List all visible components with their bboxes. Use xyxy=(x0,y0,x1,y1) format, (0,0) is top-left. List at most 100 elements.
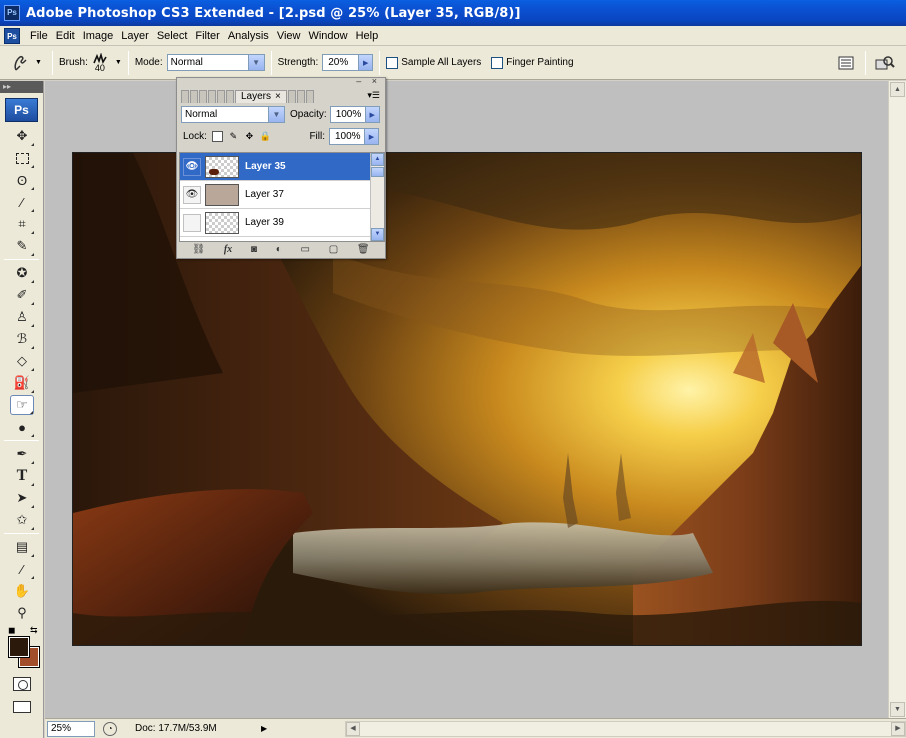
scroll-left-button[interactable]: ◀ xyxy=(346,722,360,736)
panel-menu-icon[interactable]: ▾☰ xyxy=(367,90,380,101)
menu-select[interactable]: Select xyxy=(153,30,192,42)
swap-colors-icon[interactable]: ⇆ xyxy=(30,625,38,636)
hand-tool[interactable]: ✋ xyxy=(10,581,34,601)
blend-mode-select[interactable]: Normal ▼ xyxy=(181,106,285,123)
tab-layers[interactable]: Layers × xyxy=(235,90,287,103)
horizontal-scrollbar[interactable]: ◀ ▶ xyxy=(345,721,906,737)
blend-opacity-row: Normal ▼ Opacity: 100% ▶ xyxy=(177,103,385,126)
strength-field[interactable]: 20% ▶ xyxy=(322,54,374,71)
tab-collapsed-2[interactable] xyxy=(190,90,198,103)
menu-image[interactable]: Image xyxy=(79,30,118,42)
quick-mask-button[interactable] xyxy=(13,677,31,691)
lock-transparency-icon[interactable] xyxy=(211,131,223,142)
eyedropper-tool[interactable]: ⁄ xyxy=(10,559,34,579)
layer-mask-icon[interactable]: ◙ xyxy=(251,244,257,255)
menu-view[interactable]: View xyxy=(273,30,305,42)
eye-icon[interactable]: 👁 xyxy=(183,185,201,204)
lasso-tool[interactable]: ʘ xyxy=(10,170,34,190)
menu-filter[interactable]: Filter xyxy=(191,30,223,42)
opacity-slider-toggle[interactable]: ▶ xyxy=(364,107,379,122)
scroll-thumb[interactable] xyxy=(371,167,384,177)
panel-window-controls[interactable]: – × xyxy=(356,76,381,86)
go-to-bridge-button[interactable] xyxy=(872,52,898,74)
tab-collapsed-6[interactable] xyxy=(226,90,234,103)
move-tool[interactable]: ✥ xyxy=(10,126,34,146)
brush-tool[interactable]: ✐ xyxy=(10,285,34,305)
note-icon: ▤ xyxy=(15,539,29,554)
scroll-right-button[interactable]: ▶ xyxy=(891,722,905,736)
smudge-tool[interactable]: ☞ xyxy=(10,395,34,415)
scroll-up-button[interactable]: ▲ xyxy=(890,82,905,97)
finger-painting-checkbox[interactable]: Finger Painting xyxy=(491,56,574,69)
panel-header[interactable]: – × xyxy=(177,76,385,87)
adjustment-layer-icon[interactable]: ◐ xyxy=(276,244,282,255)
lock-pixels-icon[interactable]: ✎ xyxy=(228,131,239,142)
menu-help[interactable]: Help xyxy=(352,30,383,42)
delete-layer-icon[interactable]: 🗑 xyxy=(357,244,370,255)
tab-collapsed-5[interactable] xyxy=(217,90,225,103)
history-brush-tool[interactable]: ℬ xyxy=(10,329,34,349)
zoom-field[interactable]: 25% xyxy=(47,720,95,737)
path-selection-tool[interactable]: ➤ xyxy=(10,488,34,508)
eye-icon[interactable]: 👁 xyxy=(183,157,201,176)
new-group-icon[interactable]: ▭ xyxy=(301,244,310,255)
status-info-icon[interactable]: ◔ xyxy=(103,721,117,736)
tab-collapsed-3[interactable] xyxy=(199,90,207,103)
tab-collapsed-1[interactable] xyxy=(181,90,189,103)
menu-file[interactable]: File xyxy=(26,30,52,42)
lock-all-icon[interactable]: 🔒 xyxy=(260,131,271,142)
healing-brush-tool[interactable]: ✪ xyxy=(10,263,34,283)
tab-collapsed-9[interactable] xyxy=(305,90,314,103)
toolbox-grip[interactable]: ▸▸ xyxy=(0,81,43,93)
layer-row[interactable]: 👁 Layer 37 xyxy=(180,181,370,209)
opacity-field[interactable]: 100% ▶ xyxy=(329,106,380,123)
brush-picker[interactable]: 40 xyxy=(92,52,108,73)
close-icon[interactable]: × xyxy=(275,91,281,102)
palette-well-button[interactable] xyxy=(833,52,859,74)
tool-preset-picker[interactable]: ▼ xyxy=(6,50,46,76)
crop-tool[interactable]: ⌗ xyxy=(10,214,34,234)
mode-select[interactable]: Normal ▼ xyxy=(166,54,265,71)
fill-slider-toggle[interactable]: ▶ xyxy=(364,129,378,144)
ps-logo[interactable]: Ps xyxy=(5,98,38,122)
notes-tool[interactable]: ▤ xyxy=(10,537,34,557)
marquee-tool[interactable] xyxy=(10,148,34,168)
dodge-tool[interactable]: ● xyxy=(10,417,34,437)
menu-window[interactable]: Window xyxy=(304,30,351,42)
default-colors-icon[interactable]: ◼ xyxy=(8,625,15,636)
document-icon[interactable]: Ps xyxy=(4,27,20,44)
eraser-tool[interactable]: ◇ xyxy=(10,351,34,371)
tab-collapsed-8[interactable] xyxy=(296,90,305,103)
status-menu-arrow[interactable]: ▶ xyxy=(261,724,267,733)
type-tool[interactable]: T xyxy=(10,466,34,486)
paint-bucket-tool[interactable]: ⛽ xyxy=(10,373,34,393)
fill-field[interactable]: 100% ▶ xyxy=(329,128,379,145)
menu-edit[interactable]: Edit xyxy=(52,30,79,42)
tab-collapsed-4[interactable] xyxy=(208,90,216,103)
slice-tool[interactable]: ✎ xyxy=(10,236,34,256)
strength-slider-toggle[interactable]: ▶ xyxy=(358,55,373,70)
clone-stamp-tool[interactable]: ♙ xyxy=(10,307,34,327)
foreground-color[interactable] xyxy=(8,636,30,658)
chevron-down-icon[interactable]: ▼ xyxy=(115,59,122,66)
scroll-down-button[interactable]: ▼ xyxy=(890,702,905,717)
tab-collapsed-7[interactable] xyxy=(287,90,296,103)
sample-all-layers-checkbox[interactable]: Sample All Layers xyxy=(386,56,481,69)
visibility-toggle-empty[interactable] xyxy=(183,213,201,232)
lock-position-icon[interactable]: ✥ xyxy=(244,131,255,142)
vertical-scrollbar[interactable]: ▲ ▼ xyxy=(888,81,906,718)
shape-tool[interactable]: ✩ xyxy=(10,510,34,530)
scroll-up-button[interactable]: ▲ xyxy=(371,153,384,166)
menu-analysis[interactable]: Analysis xyxy=(224,30,273,42)
layer-list-scrollbar[interactable]: ▲ ▼ xyxy=(370,153,384,241)
layer-row[interactable]: Layer 39 xyxy=(180,209,370,237)
layer-row[interactable]: 👁 Layer 35 xyxy=(180,153,370,181)
screen-mode-button[interactable] xyxy=(13,701,31,713)
magic-wand-tool[interactable]: ⁄ xyxy=(10,192,34,212)
pen-tool[interactable]: ✒ xyxy=(10,444,34,464)
zoom-tool[interactable]: ⚲ xyxy=(10,603,34,623)
link-layers-icon[interactable]: ⛓ xyxy=(192,244,205,255)
menu-layer[interactable]: Layer xyxy=(117,30,153,42)
layer-style-icon[interactable]: fx xyxy=(224,244,232,255)
new-layer-icon[interactable]: ▢ xyxy=(329,244,338,255)
